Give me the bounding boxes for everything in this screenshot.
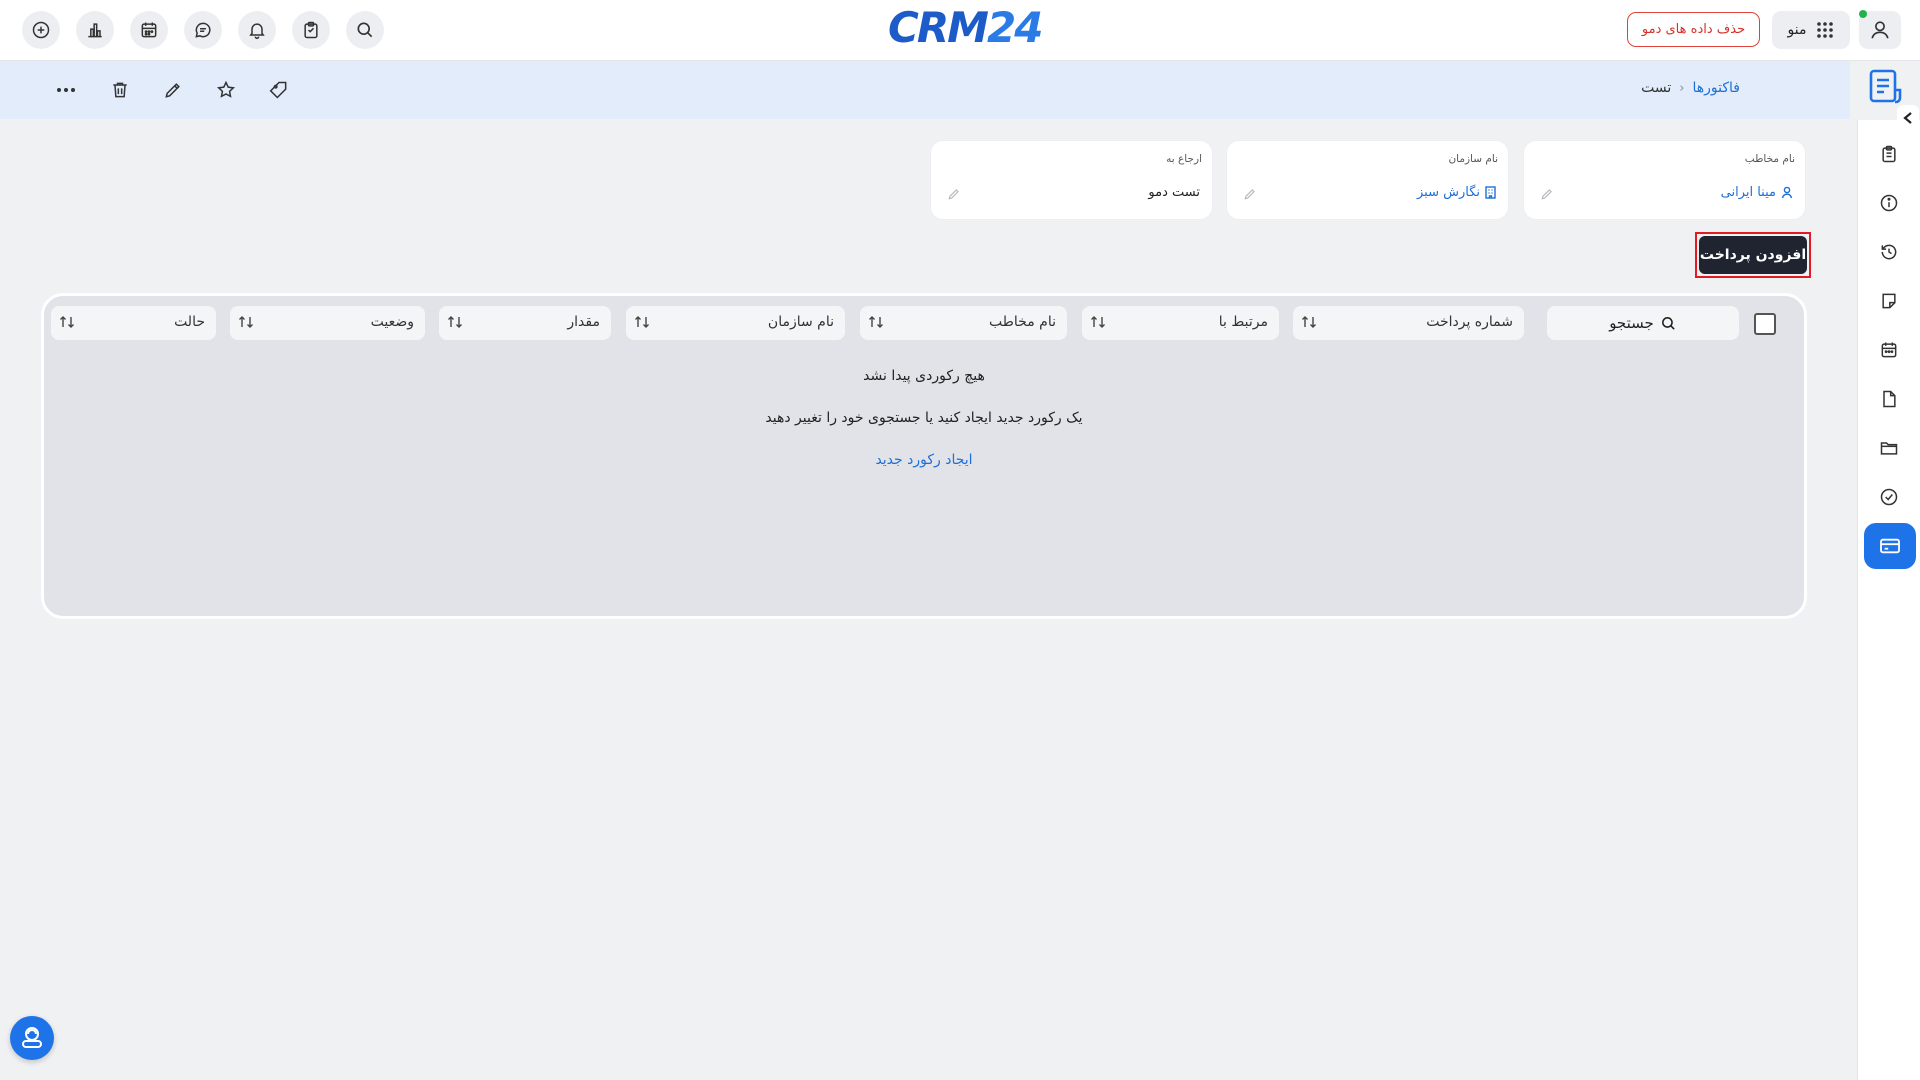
empty-state-subtitle: یک رکورد جدید ایجاد کنید یا جستجوی خود ر… [765,410,1083,426]
top-header: CRM24 حذف داده های دمو منو [0,0,1920,61]
logo-part1: CRM [888,3,989,52]
chat-icon[interactable] [184,11,222,49]
field-value-text: نگارش سبز [1416,185,1480,200]
column-label: نام مخاطب [989,314,1056,330]
pencil-icon[interactable] [161,78,185,102]
person-icon [1781,186,1793,199]
field-value-assigned-to: تست دمو [1148,185,1200,200]
field-card-assigned-to: ارجاع به تست دمو [931,141,1212,219]
column-header-related-to[interactable]: مرتبط با [1082,306,1279,340]
pencil-icon[interactable] [1540,187,1554,201]
column-label: وضعیت [370,314,414,330]
empty-state-title: هیچ رکوردی پیدا نشد [863,368,985,384]
column-header-organization-name[interactable]: نام سازمان [626,306,845,340]
chart-icon[interactable] [76,11,114,49]
more-icon[interactable] [54,78,78,102]
column-header-contact-name[interactable]: نام مخاطب [860,306,1067,340]
bell-icon[interactable] [238,11,276,49]
info-icon[interactable] [1876,190,1902,216]
column-label: شماره پرداخت [1426,314,1513,330]
field-card-contact: نام مخاطب مینا ایرانی [1524,141,1805,219]
clipboard-icon[interactable] [292,11,330,49]
table-search[interactable]: جستجو [1547,306,1739,340]
field-label: نام مخاطب [1744,153,1795,165]
chevron-left-icon[interactable] [1897,105,1919,131]
sort-icon [1301,315,1317,329]
select-all-checkbox[interactable] [1754,313,1776,335]
history-icon[interactable] [1876,239,1902,265]
search-icon [1660,315,1677,332]
clipboard-icon[interactable] [1876,141,1902,167]
pencil-icon[interactable] [947,187,961,201]
pencil-icon[interactable] [1243,187,1257,201]
column-header-payment-number[interactable]: شماره پرداخت [1293,306,1524,340]
building-icon [1485,186,1496,199]
add-icon[interactable] [22,11,60,49]
invoice-module-icon [1868,68,1904,106]
logo-part2: 24 [986,3,1043,52]
check-circle-icon[interactable] [1876,484,1902,510]
column-label: مقدار [567,314,600,330]
column-header-status[interactable]: وضعیت [230,306,425,340]
app-logo: CRM24 [888,3,1043,52]
card-icon[interactable] [1864,523,1916,569]
search-label: جستجو [1609,314,1654,332]
support-icon[interactable] [10,1016,54,1060]
online-status-dot [1859,10,1867,18]
document-icon[interactable] [1876,386,1902,412]
trash-icon[interactable] [108,78,132,102]
note-icon[interactable] [1876,288,1902,314]
breadcrumb: فاکتورها ‹ تست [1641,80,1740,96]
field-value-organization[interactable]: نگارش سبز [1417,185,1496,200]
breadcrumb-current: تست [1641,80,1672,96]
field-label: ارجاع به [1166,153,1202,165]
star-icon[interactable] [214,78,238,102]
field-value-text: مینا ایرانی [1720,185,1776,200]
sort-icon [634,315,650,329]
field-label: نام سازمان [1448,153,1498,165]
delete-demo-data-button[interactable]: حذف داده های دمو [1627,12,1760,47]
add-payment-button[interactable]: افزودن پرداخت [1699,236,1807,274]
sort-icon [238,315,254,329]
sort-icon [59,315,75,329]
sort-icon [868,315,884,329]
field-value-contact[interactable]: مینا ایرانی [1721,185,1793,200]
column-header-amount[interactable]: مقدار [439,306,611,340]
field-card-organization: نام سازمان نگارش سبز [1227,141,1508,219]
breadcrumb-separator: ‹ [1679,80,1685,96]
record-toolbar: فاکتورها ‹ تست [0,61,1850,119]
grid-icon [1816,21,1834,39]
breadcrumb-parent[interactable]: فاکتورها [1693,80,1741,96]
menu-button[interactable]: منو [1772,11,1850,49]
menu-label: منو [1787,22,1807,38]
sort-icon [447,315,463,329]
search-icon[interactable] [346,11,384,49]
folder-icon[interactable] [1876,435,1902,461]
create-record-link[interactable]: ایجاد رکورد جدید [0,452,1848,468]
column-header-state[interactable]: حالت [51,306,216,340]
tag-icon[interactable] [267,78,291,102]
calendar-icon[interactable] [130,11,168,49]
column-label: مرتبط با [1218,314,1268,330]
sort-icon [1090,315,1106,329]
calendar-icon[interactable] [1876,337,1902,363]
column-label: نام سازمان [767,314,834,330]
column-label: حالت [174,314,205,330]
